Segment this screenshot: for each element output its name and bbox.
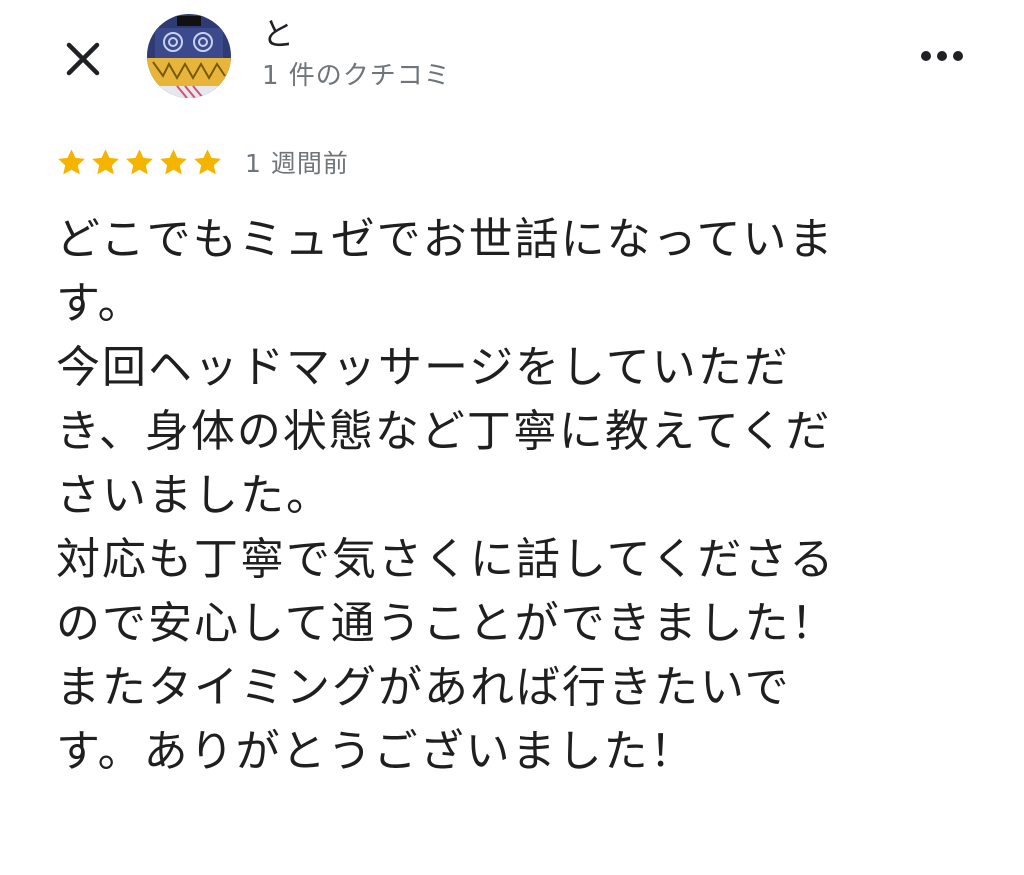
author-name[interactable]: と <box>262 14 294 54</box>
avatar-image <box>147 14 231 98</box>
star-icon <box>58 148 85 174</box>
star-icon <box>160 148 187 174</box>
more-options-button[interactable] <box>912 34 972 78</box>
review-text-line: どこでもミュゼでお世話になっていま <box>56 214 835 265</box>
star-icon <box>126 148 153 174</box>
more-vert-icon <box>921 51 963 61</box>
close-icon <box>66 42 100 76</box>
star-icon <box>92 148 119 174</box>
close-button[interactable] <box>58 34 108 84</box>
review-text-line: 対応も丁寧で気さくに話してくださる <box>56 534 836 585</box>
review-text-line: またタイミングがあれば行きたいで <box>56 662 791 713</box>
star-icon <box>194 148 221 174</box>
review-text-line: す。ありがとうございました！ <box>56 726 696 777</box>
review-header: と 1 件のクチコミ <box>0 0 1024 120</box>
star-rating <box>56 147 223 178</box>
review-date: 1 週間前 <box>245 149 349 178</box>
review-text-line: 今回ヘッドマッサージをしていただ <box>56 342 790 393</box>
avatar[interactable] <box>147 14 231 98</box>
review-text: どこでもミュゼでお世話になっていま す。 今回ヘッドマッサージをしていただ き、… <box>56 208 946 784</box>
review-text-line: さいました。 <box>56 470 332 521</box>
rating-row: 1 週間前 <box>56 140 349 184</box>
review-text-line: き、身体の状態など丁寧に教えてくだ <box>56 406 832 457</box>
review-text-line: す。 <box>56 278 144 329</box>
review-count: 1 件のクチコミ <box>262 61 451 91</box>
review-text-line: ので安心して通うことができました！ <box>56 598 837 649</box>
